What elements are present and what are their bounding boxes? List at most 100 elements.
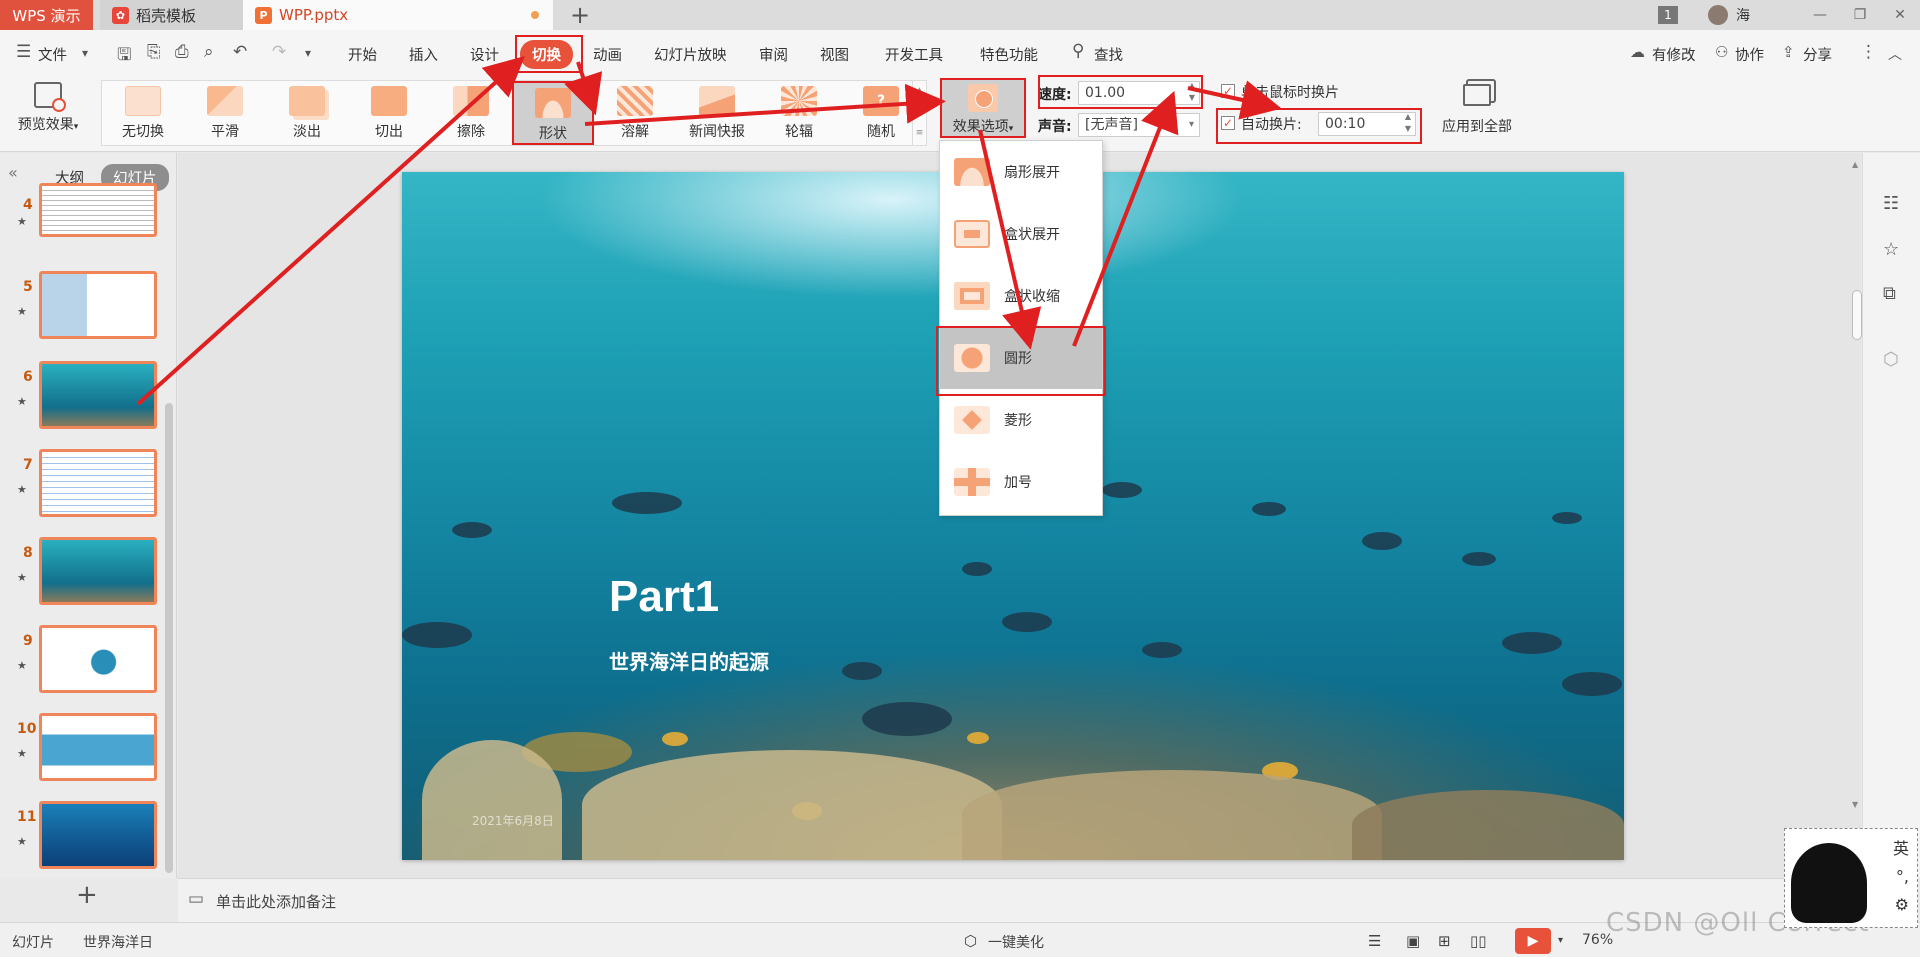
chevron-down-icon[interactable]: ▾ (82, 46, 88, 60)
play-slideshow-button[interactable]: ▶ (1515, 928, 1551, 954)
slide-subtitle[interactable]: 世界海洋日的起源 (609, 646, 769, 675)
restore-icon[interactable]: ❐ (1840, 7, 1880, 23)
add-slide-button[interactable]: + (76, 880, 98, 910)
properties-icon[interactable]: ☷ (1883, 193, 1899, 214)
modified-button[interactable]: 有修改 (1652, 44, 1696, 65)
quick-access-dropdown-icon[interactable]: ▾ (305, 46, 311, 60)
redo-icon[interactable]: ↷ (272, 42, 286, 62)
hamburger-menu-icon[interactable]: ☰ (16, 42, 31, 62)
beautify-icon[interactable]: ⬡ (964, 932, 977, 950)
menu-insert[interactable]: 插入 (409, 44, 438, 65)
reading-view-icon[interactable]: ▯▯ (1470, 932, 1487, 950)
ime-widget[interactable]: 英 °, ⚙ (1784, 828, 1918, 928)
effect-dissolve[interactable]: 溶解 (594, 81, 676, 145)
ime-lang-toggle[interactable]: 英 (1893, 835, 1909, 859)
cube-icon[interactable]: ⬡ (1883, 349, 1899, 370)
effect-newsflash[interactable]: 新闻快报 (676, 81, 758, 145)
close-icon[interactable]: ✕ (1880, 7, 1920, 23)
slide-thumbnail-5[interactable]: 5 ★ (0, 271, 177, 343)
chevron-down-icon[interactable]: ▾ (1558, 935, 1563, 946)
fish-shape (1002, 612, 1052, 632)
more-options-icon[interactable]: ⋮ (1860, 42, 1877, 62)
effect-cut[interactable]: 切出 (348, 81, 430, 145)
one-click-beautify-button[interactable]: 一键美化 (988, 932, 1044, 952)
undo-icon[interactable]: ↶ (233, 42, 247, 62)
effect-none[interactable]: 无切换 (102, 81, 184, 145)
menu-review[interactable]: 审阅 (759, 44, 788, 65)
option-plus[interactable]: 加号 (940, 451, 1102, 513)
effect-wipe[interactable]: 擦除 (430, 81, 512, 145)
sound-select[interactable]: [无声音] ▾ (1078, 113, 1200, 137)
cloud-icon[interactable]: ☁ (1630, 43, 1645, 61)
menu-design[interactable]: 设计 (470, 44, 499, 65)
share-icon[interactable]: ⇪ (1782, 43, 1795, 61)
effect-random[interactable]: ? 随机 (840, 81, 922, 145)
normal-view-icon[interactable]: ▣ (1406, 932, 1420, 950)
slide-thumbnail-4[interactable]: 4 ★ (0, 183, 177, 269)
scroll-down-icon[interactable]: ▼ (1852, 800, 1858, 809)
effect-shape[interactable]: 形状 (512, 81, 594, 145)
preview-effect-button[interactable]: 预览效果▾ (10, 82, 86, 134)
search-button[interactable]: 查找 (1094, 44, 1123, 65)
menu-home[interactable]: 开始 (348, 44, 377, 65)
format-painter-icon[interactable]: ⎘ (147, 42, 161, 62)
share-button[interactable]: 分享 (1803, 44, 1832, 65)
menu-features[interactable]: 特色功能 (980, 44, 1038, 65)
tab-file[interactable]: P WPP.pptx (243, 0, 553, 30)
menu-view[interactable]: 视图 (820, 44, 849, 65)
slide-thumbnail-11[interactable]: 11 ★ (0, 801, 177, 873)
ime-settings-icon[interactable]: ⚙ (1895, 895, 1909, 914)
collaborate-icon[interactable]: ⚇ (1715, 43, 1728, 61)
slide-title[interactable]: Part1 (609, 572, 719, 622)
minimize-icon[interactable]: — (1800, 7, 1840, 23)
slide-thumbnail-8[interactable]: 8 ★ (0, 537, 177, 609)
option-fan-open[interactable]: 扇形展开 (940, 141, 1102, 203)
search-icon[interactable]: ⚲ (1072, 41, 1084, 61)
gallery-scroll[interactable]: ▲ ▼ ≡ (912, 81, 926, 145)
effect-options-button[interactable]: 效果选项▾ (940, 78, 1026, 138)
slide-thumbnail-6[interactable]: 6 ★ (0, 361, 177, 433)
menu-transition[interactable]: 切换 (520, 40, 573, 69)
effect-fade[interactable]: 淡出 (266, 81, 348, 145)
file-menu[interactable]: 文件 (38, 44, 67, 65)
fish-shape (1552, 512, 1582, 524)
new-tab-button[interactable]: + (570, 1, 590, 29)
scroll-thumb[interactable] (1852, 290, 1862, 340)
option-diamond[interactable]: 菱形 (940, 389, 1102, 451)
effect-wheel[interactable]: 轮辐 (758, 81, 840, 145)
fish-shape (452, 522, 492, 538)
window-count-badge[interactable]: 1 (1658, 6, 1678, 24)
collapse-ribbon-icon[interactable]: ︿ (1888, 44, 1902, 64)
slide-thumb-image (39, 801, 157, 869)
avatar[interactable] (1708, 5, 1728, 25)
notes-toggle-icon[interactable]: ☰ (1368, 932, 1381, 950)
save-icon[interactable]: 🖫 (117, 42, 131, 71)
menu-developer[interactable]: 开发工具 (885, 44, 943, 65)
menu-animation[interactable]: 动画 (593, 44, 622, 65)
slide-footer-date[interactable]: 2021年6月8日 (472, 812, 554, 829)
option-box-in[interactable]: 盒状收缩 (940, 265, 1102, 327)
scroll-up-icon[interactable]: ▲ (1852, 160, 1858, 169)
status-theme-label[interactable]: 世界海洋日 (83, 932, 153, 952)
grid-view-icon[interactable]: ⊞ (1438, 932, 1451, 950)
transition-icon[interactable]: ⧉ (1883, 283, 1896, 304)
tab-template[interactable]: ✿ 稻壳模板 (100, 0, 243, 30)
effect-smooth[interactable]: 平滑 (184, 81, 266, 145)
slide-panel-scrollbar[interactable] (165, 403, 173, 873)
app-tab-wps[interactable]: WPS 演示 (0, 0, 93, 30)
menu-slideshow[interactable]: 幻灯片放映 (654, 44, 727, 65)
slide-thumbnail-9[interactable]: 9 ★ (0, 625, 177, 697)
print-preview-icon[interactable]: ⌕ (204, 42, 214, 62)
canvas-scrollbar[interactable]: ▲ ▼ (1850, 160, 1862, 810)
slide-thumbnail-7[interactable]: 7 ★ (0, 449, 177, 521)
collapse-panel-icon[interactable]: « (8, 163, 18, 182)
apply-to-all-button[interactable]: 应用到全部 (1432, 84, 1522, 136)
animation-star-icon[interactable]: ☆ (1883, 239, 1899, 260)
collaborate-button[interactable]: 协作 (1735, 44, 1764, 65)
option-box-out[interactable]: 盒状展开 (940, 203, 1102, 265)
print-icon[interactable]: ⎙ (175, 42, 189, 62)
punctuation-icon[interactable]: °, (1896, 867, 1909, 886)
click-advance-checkbox[interactable]: ✓ (1221, 84, 1235, 98)
user-name[interactable]: 海 (1736, 5, 1750, 25)
slide-thumbnail-10[interactable]: 10 ★ (0, 713, 177, 785)
